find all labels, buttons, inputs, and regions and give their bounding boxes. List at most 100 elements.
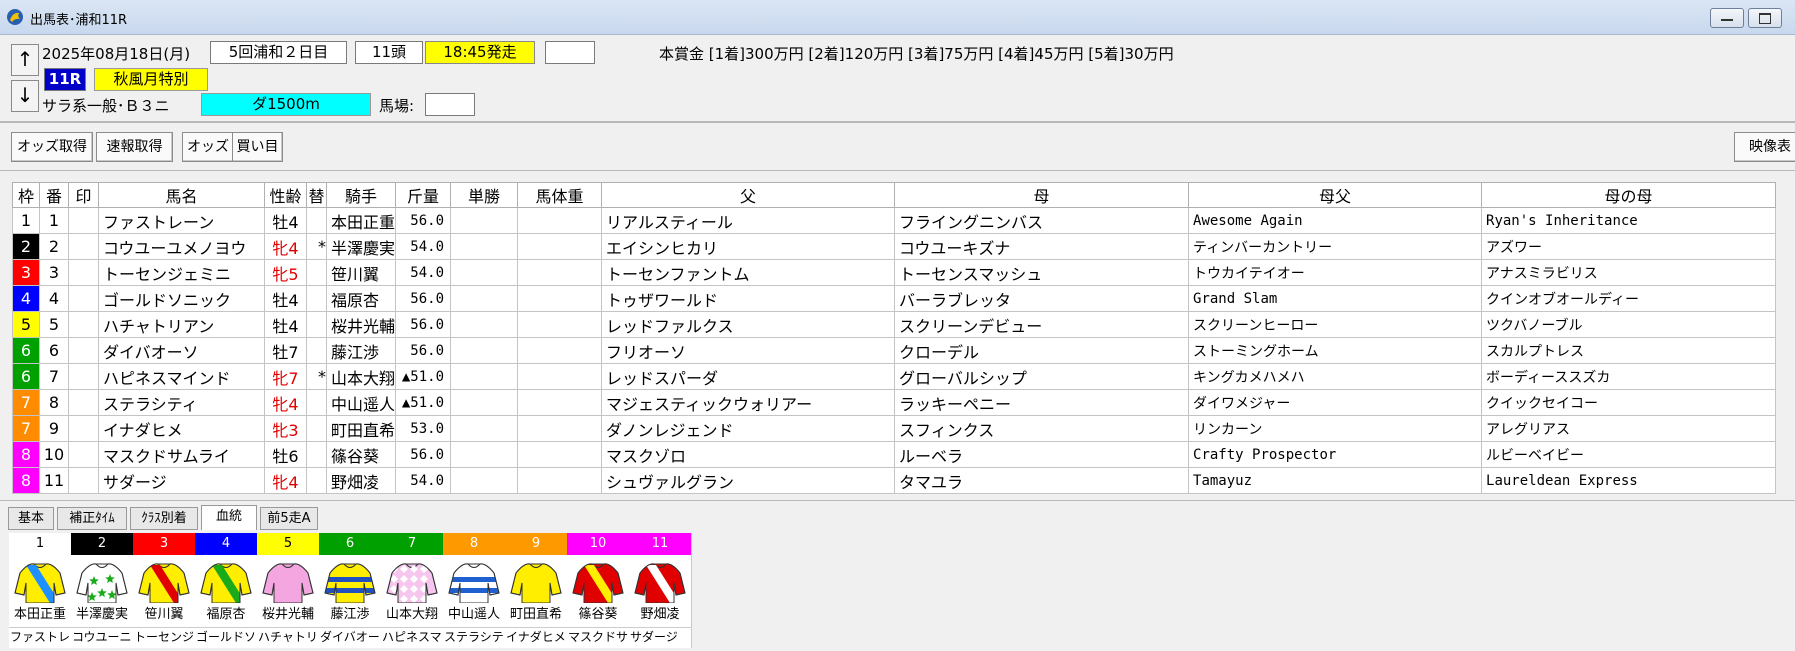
table-row[interactable]: 3 3 トーセンジェミニ 牝5 笹川翼 54.0 トーセンファントム トーセンスマッシュ トウカ… xyxy=(12,259,1777,286)
weight-carried: 56.0 xyxy=(395,337,452,364)
table-row[interactable]: 1 1 ファストレーン 牡4 本田正重 56.0 リアルスティール フライングニンバス Awes… xyxy=(12,207,1777,234)
silk-card[interactable]: 10 篠谷葵 マスクドサ xyxy=(567,533,630,648)
horse-number: 8 xyxy=(39,389,69,416)
silk-number: 6 xyxy=(319,533,381,555)
silk-number: 2 xyxy=(71,533,133,555)
table-row[interactable]: 6 6 ダイバオーソ 牡7 藤江渉 56.0 フリオーソ クローデル ストーミングホーム スカルプ… xyxy=(12,337,1777,364)
silk-card[interactable]: 3 笹川翼 トーセンジ xyxy=(133,533,196,648)
jockey-name: 福原杏 xyxy=(325,285,397,312)
next-race-button[interactable]: ↓ xyxy=(11,80,39,112)
silk-jockey: 桜井光輔 xyxy=(261,607,314,622)
silk-card[interactable]: 4 福原杏 ゴールドソ xyxy=(195,533,258,648)
silk-horse: コウユーニ xyxy=(71,627,134,647)
extra-box[interactable] xyxy=(545,41,595,64)
tab-last5-a[interactable]: 前5走A xyxy=(260,507,318,530)
table-row[interactable]: 8 11 サダージ 牝4 野畑凌 54.0 シュヴァルグラン タマユラ Tamayuz Laure… xyxy=(12,467,1777,494)
jockey-name: 藤江渉 xyxy=(325,337,397,364)
mark-cell xyxy=(68,233,99,260)
silk-card[interactable]: 5 桜井光輔 ハチャトリ xyxy=(257,533,320,648)
jockey-name: 笹川翼 xyxy=(325,259,397,286)
silk-card[interactable]: 9 町田直希 イナダヒメ xyxy=(505,533,568,648)
quick-fetch-button[interactable]: 速報取得 xyxy=(96,132,173,162)
waku-cell: 5 xyxy=(12,311,40,338)
col-change[interactable]: 替 xyxy=(306,182,327,208)
horse-name: ダイバオーソ xyxy=(98,337,265,364)
damdam-name: アズワー xyxy=(1481,233,1777,260)
sex-age: 牡4 xyxy=(264,207,307,234)
header-separator xyxy=(0,121,1795,123)
horse-number: 1 xyxy=(39,207,69,234)
horse-name: ハピネスマインド xyxy=(98,363,265,390)
waku-cell: 8 xyxy=(12,467,40,494)
jockey-silk-icon xyxy=(262,563,314,603)
video-button[interactable]: 映像表 xyxy=(1734,132,1795,162)
damdam-name: ツクバノーブル xyxy=(1481,311,1777,338)
maximize-button[interactable] xyxy=(1748,8,1782,28)
dam-name: スフィンクス xyxy=(894,415,1190,442)
odds-fetch-button[interactable]: オッズ取得 xyxy=(11,132,93,162)
col-sire[interactable]: 父 xyxy=(601,182,896,208)
sire-name: ダノンレジェンド xyxy=(601,415,896,442)
weight-carried: ▲51.0 xyxy=(395,363,452,390)
silk-card[interactable]: 7 山本大翔 ハピネスマ xyxy=(381,533,444,648)
table-row[interactable]: 7 9 イナダヒメ 牝3 町田直希 53.0 ダノンレジェンド スフィンクス リンカーン アレグリ… xyxy=(12,415,1777,442)
silk-horse: ハチャトリ xyxy=(257,627,320,647)
damsire-name: Crafty Prospector xyxy=(1188,441,1483,468)
silk-card[interactable]: 2 半澤慶実コウユーニ xyxy=(71,533,134,648)
minimize-button[interactable] xyxy=(1710,8,1744,28)
col-dam[interactable]: 母 xyxy=(894,182,1190,208)
col-mark[interactable]: 印 xyxy=(68,182,99,208)
table-bottom-separator xyxy=(0,500,1795,501)
silk-card[interactable]: 1 本田正重 ファストレ xyxy=(9,533,72,648)
prev-race-button[interactable]: ↑ xyxy=(11,44,39,76)
tab-basic[interactable]: 基本 xyxy=(8,507,54,530)
table-row[interactable]: 4 4 ゴールドソニック 牡4 福原杏 56.0 トゥザワールド バーラブレッタ Grand S… xyxy=(12,285,1777,312)
track-condition-box[interactable] xyxy=(425,93,475,116)
track-condition-label: 馬場: xyxy=(379,97,415,115)
col-waku[interactable]: 枠 xyxy=(12,182,40,208)
col-body-weight[interactable]: 馬体重 xyxy=(517,182,603,208)
table-row[interactable]: 7 8 ステラシティ 牝4 中山遥人 ▲51.0 マジェスティックウォリアー ラッキーペニーダ… xyxy=(12,389,1777,416)
body-weight xyxy=(517,363,603,390)
silk-card[interactable]: 6 藤江渉 ダイバオー xyxy=(319,533,382,648)
table-row[interactable]: 8 10 マスクドサムライ 牡6 篠谷葵 56.0 マスクゾロ ルーベラ Crafty Pros… xyxy=(12,441,1777,468)
change-mark xyxy=(306,285,327,312)
col-weight[interactable]: 斤量 xyxy=(395,182,452,208)
change-mark xyxy=(306,467,327,494)
jockey-name: 中山遥人 xyxy=(325,389,397,416)
damdam-name: Ryan's Inheritance xyxy=(1481,207,1777,234)
silk-jockey: 半澤慶実 xyxy=(75,607,128,622)
col-num[interactable]: 番 xyxy=(39,182,69,208)
buy-button[interactable]: 買い目 xyxy=(232,132,283,162)
jockey-name: 半澤慶実 xyxy=(325,233,397,260)
tab-adjusted-time[interactable]: 補正ﾀｲﾑ xyxy=(57,507,127,530)
odds-button[interactable]: オッズ xyxy=(182,132,234,162)
col-damdam[interactable]: 母の母 xyxy=(1481,182,1777,208)
waku-cell: 2 xyxy=(12,233,40,260)
damsire-name: Awesome Again xyxy=(1188,207,1483,234)
win-odds xyxy=(450,311,519,338)
dam-name: ラッキーペニー xyxy=(894,389,1190,416)
col-jockey[interactable]: 騎手 xyxy=(325,182,397,208)
jockey-silk-icon xyxy=(138,563,190,603)
silk-number: 1 xyxy=(9,533,71,555)
body-weight xyxy=(517,207,603,234)
table-row[interactable]: 5 5 ハチャトリアン 牡4 桜井光輔 56.0 レッドファルクス スクリーンデビュー スクリー… xyxy=(12,311,1777,338)
silk-card[interactable]: 8 中山遥人 ステラシテ xyxy=(443,533,506,648)
weight-carried: 56.0 xyxy=(395,441,452,468)
col-damsire[interactable]: 母父 xyxy=(1188,182,1483,208)
col-sex-age[interactable]: 性齢 xyxy=(264,182,307,208)
mark-cell xyxy=(68,259,99,286)
tab-class-results[interactable]: ｸﾗｽ別着 xyxy=(130,507,198,530)
col-horse-name[interactable]: 馬名 xyxy=(98,182,265,208)
table-row[interactable]: 2 2 コウユーユメノヨウ 牝4 * 半澤慶実 54.0 エイシンヒカリ コウユーキズナ ティンバ… xyxy=(12,233,1777,260)
tab-pedigree[interactable]: 血統 xyxy=(201,505,257,530)
table-row[interactable]: 6 7 ハピネスマインド 牝7 * 山本大翔 ▲51.0 レッドスパーダ グローバルシップ キング… xyxy=(12,363,1777,390)
silk-jockey: 町田直希 xyxy=(509,607,562,622)
col-win-odds[interactable]: 単勝 xyxy=(450,182,519,208)
change-mark xyxy=(306,337,327,364)
damsire-name: スクリーンヒーロー xyxy=(1188,311,1483,338)
win-odds xyxy=(450,337,519,364)
jockey-silk-icon xyxy=(448,563,500,603)
silk-card[interactable]: 11 野畑凌 サダージ xyxy=(629,533,692,648)
